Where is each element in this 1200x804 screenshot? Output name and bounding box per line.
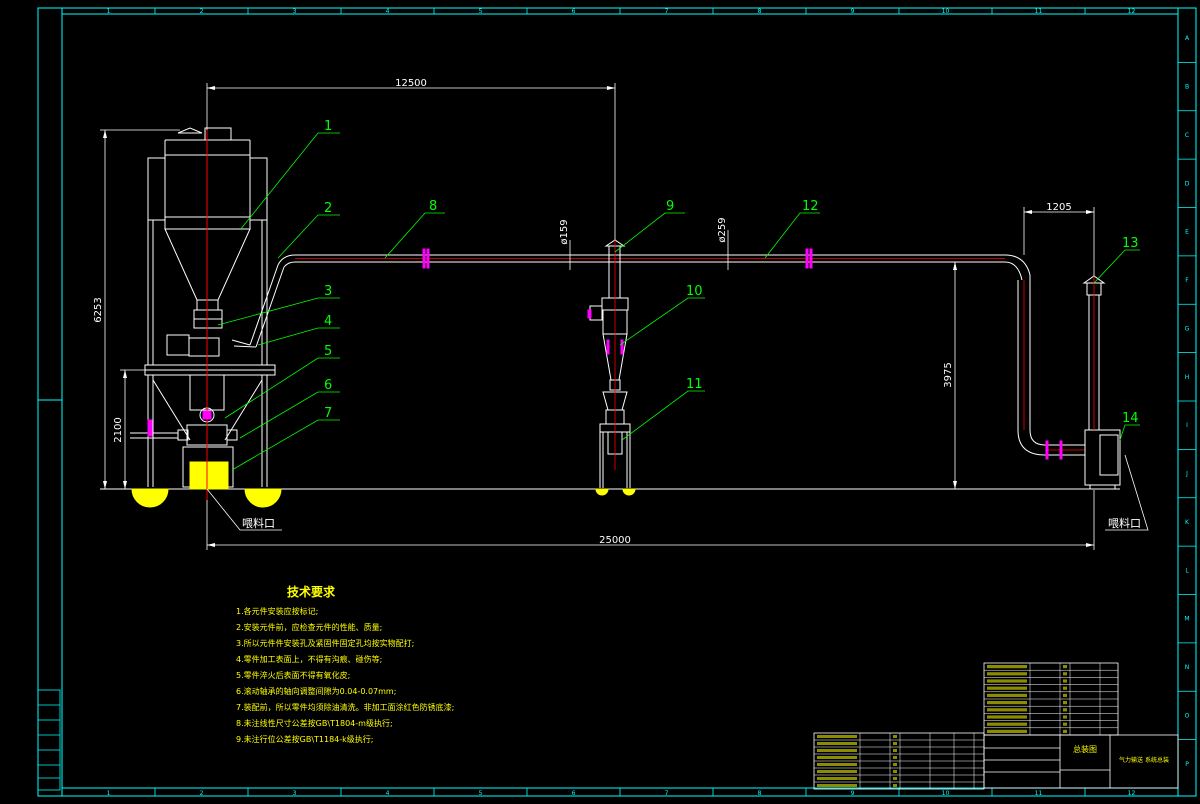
zone-number-bottom: 3 [293, 790, 297, 797]
tech-requirements-title: 技术要求 [287, 584, 336, 599]
tech-item: 1.各元件安装应按标记; [236, 606, 318, 616]
zone-number-bottom: 12 [1128, 790, 1136, 797]
callout-6: 6 [324, 378, 332, 393]
dim-pipe-height: 3975 [943, 362, 954, 387]
pipe-flanges [422, 248, 1063, 460]
callout-10: 10 [686, 284, 703, 299]
tech-item: 5.零件淬火后表面不得有氧化皮; [236, 670, 350, 680]
zone-number-top: 8 [758, 8, 762, 15]
zone-number-bottom: 10 [942, 790, 950, 797]
tech-item: 2.安装元件前，应检查元件的性能、质量; [236, 622, 382, 632]
inlet-labels: 喂料口 喂料口 [206, 454, 1149, 531]
zone-number-bottom: 8 [758, 790, 762, 797]
callout-2: 2 [324, 201, 332, 216]
zone-number-top: 1 [107, 8, 111, 15]
dimension-texts: 12500 25000 6253 2100 3975 1205 ø159 ø25… [93, 78, 1072, 546]
zone-letter-right: J [1185, 471, 1188, 478]
callout-leaders [217, 132, 1140, 471]
zone-letter-right: C [1185, 132, 1189, 139]
zone-number-bottom: 5 [479, 790, 483, 797]
zone-number-bottom: 11 [1035, 790, 1043, 797]
zone-letter-right: B [1185, 84, 1189, 91]
zone-number-top: 11 [1035, 8, 1043, 15]
dim-total-height: 6253 [93, 297, 104, 322]
drawing-name: 总装图 [1073, 744, 1097, 754]
cad-drawing: 1 2 3 4 5 6 7 8 9 10 11 12 1 2 3 4 5 6 7 8 9 10 11 12 ABCDEFGH… [37, 7, 1197, 797]
zone-letter-right: P [1185, 761, 1189, 768]
zone-number-bottom: 1 [107, 790, 111, 797]
vent-unit [1082, 275, 1121, 489]
zone-letter-right: H [1185, 374, 1190, 381]
dim-right-offset: 1205 [1046, 202, 1071, 213]
inlet-label-right: 喂料口 [1108, 516, 1141, 530]
tech-item: 7.装配前，所以零件均须除油清洗。非加工面涂红色防锈底漆; [236, 702, 454, 712]
zone-number-top: 12 [1128, 8, 1136, 15]
zone-number-top: 7 [665, 8, 669, 15]
zone-number-top: 4 [386, 8, 390, 15]
foundations-cyclone [595, 488, 636, 496]
zone-number-top: 2 [200, 8, 204, 15]
callout-12: 12 [802, 199, 819, 214]
dim-overall-length: 25000 [599, 535, 631, 546]
zone-number-top: 10 [942, 8, 950, 15]
zone-letters-right: A B C D E F G H I J K L M N O P [1178, 35, 1196, 768]
callout-1: 1 [324, 119, 332, 134]
zone-letter-right: F [1185, 277, 1189, 284]
callout-3: 3 [324, 284, 332, 299]
zone-number-top: 9 [851, 8, 855, 15]
zone-letter-right: K [1185, 519, 1190, 526]
zone-letter-right: A [1185, 35, 1190, 42]
zone-number-bottom: 6 [572, 790, 576, 797]
callout-5: 5 [324, 344, 332, 359]
drawing-frame [37, 7, 1197, 797]
callout-9: 9 [666, 199, 674, 214]
dimension-arrows [103, 86, 1094, 547]
callout-13: 13 [1122, 236, 1139, 251]
callout-numbers: 1 2 3 4 5 6 7 8 9 10 11 12 13 14 [324, 119, 1139, 426]
left-revision-strip [37, 689, 61, 791]
parts-list-upper [983, 662, 1119, 736]
zone-letter-right: D [1185, 180, 1190, 187]
drawing-sheet: 1 2 3 4 5 6 7 8 9 10 11 12 1 2 3 4 5 6 7 8 9 10 11 12 ABCDEFGH… [0, 0, 1200, 800]
dim-pipe-diameter-1: ø159 [559, 219, 570, 244]
callout-14: 14 [1122, 411, 1139, 426]
dim-top-span: 12500 [395, 78, 427, 89]
zone-letter-right: L [1185, 567, 1189, 574]
zone-number-bottom: 7 [665, 790, 669, 797]
tech-requirements: 技术要求 1.各元件安装应按标记; 2.安装元件前，应检查元件的性能、质量; 3… [236, 584, 454, 744]
zone-letter-right: M [1184, 616, 1189, 623]
zone-number-bottom: 2 [200, 790, 204, 797]
callout-8: 8 [429, 199, 437, 214]
inlet-label-left: 喂料口 [242, 516, 275, 530]
callout-7: 7 [324, 406, 332, 421]
tech-item: 9.未注行位公差按GB\T1184-k级执行; [236, 734, 373, 744]
zone-number-top: 6 [572, 8, 576, 15]
callout-11: 11 [686, 377, 703, 392]
zone-number-bottom: 4 [386, 790, 390, 797]
callout-4: 4 [324, 314, 332, 329]
tech-item: 3.所以元件件安装孔及紧固件固定孔均按实物配打; [236, 638, 414, 648]
parts-list-lower [813, 732, 985, 790]
zone-number-top: 5 [479, 8, 483, 15]
zone-number-bottom: 9 [851, 790, 855, 797]
dim-pipe-diameter-2: ø259 [717, 217, 728, 242]
zone-number-top: 3 [293, 8, 297, 15]
cyclone-separator [589, 239, 631, 488]
dim-frame-height: 2100 [113, 417, 124, 442]
tech-item: 6.滚动轴承的轴向调整间隙为0.04-0.07mm; [236, 686, 396, 696]
zone-letter-right: O [1185, 712, 1190, 719]
silo-assembly [130, 127, 296, 488]
zone-letter-right: G [1185, 325, 1190, 332]
zone-letter-right: E [1185, 229, 1189, 236]
tech-item: 4.零件加工表面上，不得有沟痕、碰伤等; [236, 654, 382, 664]
zone-letter-right: N [1185, 664, 1190, 671]
tech-item: 8.未注线性尺寸公差按GB\T1804-m级执行; [236, 718, 393, 728]
title-right-note: 气力输送 系统总装 [1119, 756, 1169, 764]
zone-letter-right: I [1186, 422, 1188, 429]
